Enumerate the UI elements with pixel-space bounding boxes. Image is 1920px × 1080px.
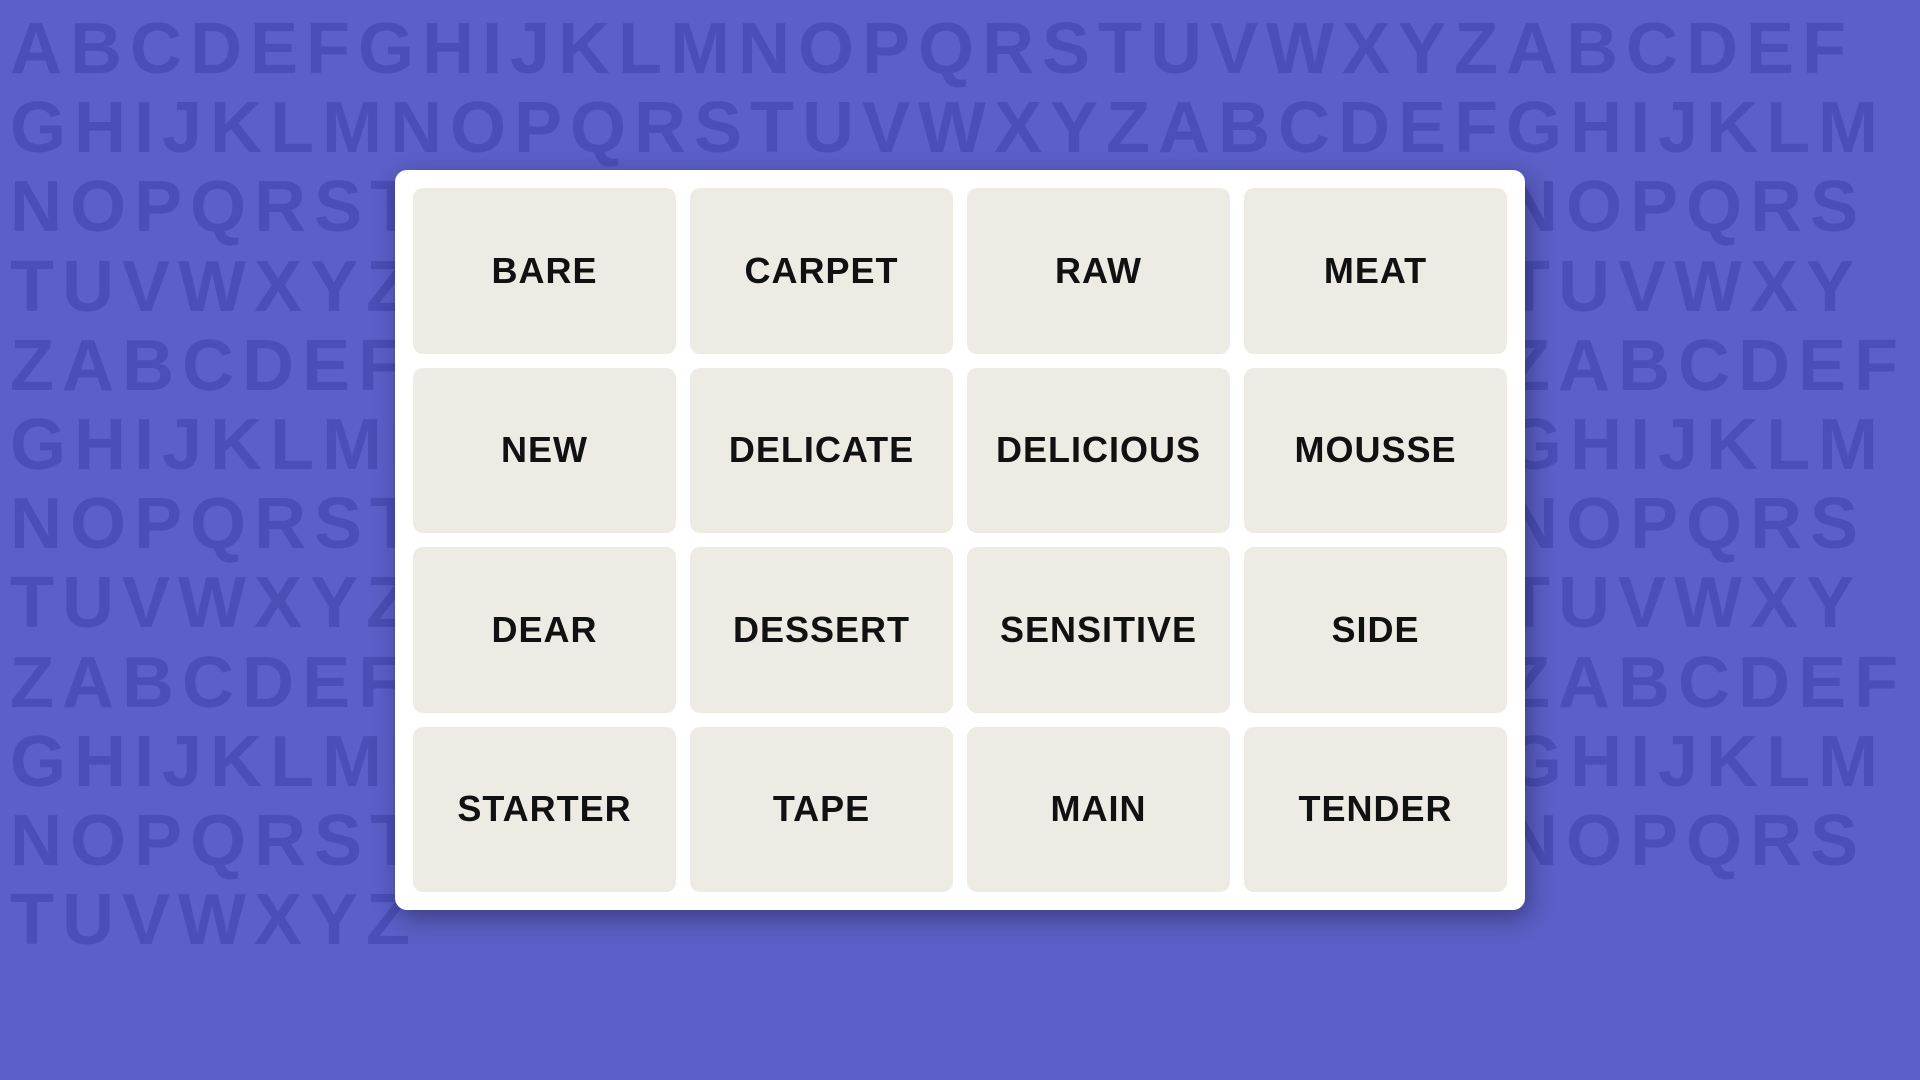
word-label-new: NEW <box>501 429 588 471</box>
word-label-carpet: CARPET <box>744 250 898 292</box>
word-tile-dessert[interactable]: DESSERT <box>690 547 953 713</box>
word-tile-delicate[interactable]: DELICATE <box>690 368 953 534</box>
word-label-tender: TENDER <box>1298 788 1452 830</box>
word-tile-carpet[interactable]: CARPET <box>690 188 953 354</box>
word-label-main: MAIN <box>1051 788 1147 830</box>
word-label-delicious: DELICIOUS <box>996 429 1201 471</box>
word-tile-tape[interactable]: TAPE <box>690 727 953 893</box>
word-tile-starter[interactable]: STARTER <box>413 727 676 893</box>
word-tile-raw[interactable]: RAW <box>967 188 1230 354</box>
word-tile-bare[interactable]: BARE <box>413 188 676 354</box>
word-label-sensitive: SENSITIVE <box>1000 609 1197 651</box>
word-tile-main[interactable]: MAIN <box>967 727 1230 893</box>
word-tile-side[interactable]: SIDE <box>1244 547 1507 713</box>
word-tile-meat[interactable]: MEAT <box>1244 188 1507 354</box>
word-tile-sensitive[interactable]: SENSITIVE <box>967 547 1230 713</box>
word-label-delicate: DELICATE <box>729 429 914 471</box>
word-tile-dear[interactable]: DEAR <box>413 547 676 713</box>
word-tile-tender[interactable]: TENDER <box>1244 727 1507 893</box>
word-tile-mousse[interactable]: MOUSSE <box>1244 368 1507 534</box>
word-label-starter: STARTER <box>457 788 631 830</box>
word-label-side: SIDE <box>1331 609 1419 651</box>
word-label-mousse: MOUSSE <box>1294 429 1456 471</box>
word-tile-new[interactable]: NEW <box>413 368 676 534</box>
word-grid: BARE CARPET RAW MEAT NEW DELICATE DELICIOUS MOU… <box>395 170 1525 910</box>
word-label-dessert: DESSERT <box>733 609 910 651</box>
word-tile-delicious[interactable]: DELICIOUS <box>967 368 1230 534</box>
word-label-bare: BARE <box>491 250 597 292</box>
word-label-tape: TAPE <box>773 788 870 830</box>
word-label-meat: MEAT <box>1324 250 1427 292</box>
word-label-raw: RAW <box>1055 250 1142 292</box>
word-label-dear: DEAR <box>491 609 597 651</box>
